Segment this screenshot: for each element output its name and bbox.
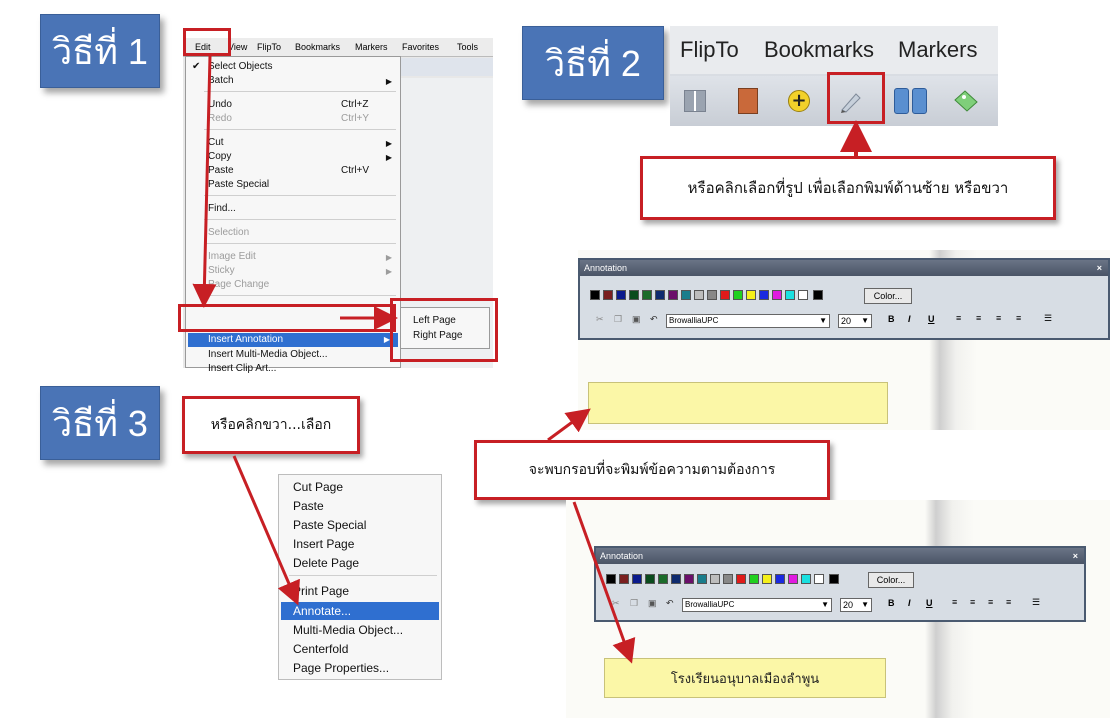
arrow-to-empty-note (547, 408, 591, 442)
arrow-to-filled-note (572, 501, 636, 664)
arrows-layer (192, 55, 872, 664)
arrow-edit-to-annotation (192, 55, 217, 308)
arrow-step3-to-annotate (232, 455, 300, 606)
